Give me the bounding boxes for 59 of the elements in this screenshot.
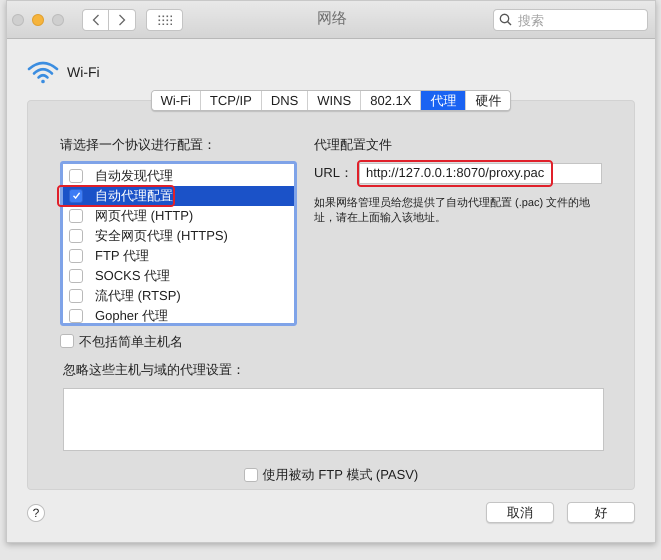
search-icon [499, 13, 512, 26]
back-button[interactable] [82, 8, 109, 30]
checkbox[interactable] [69, 248, 83, 262]
protocol-row[interactable]: Gopher 代理 [63, 306, 294, 326]
chevron-left-icon [92, 14, 100, 26]
protocol-label: 安全网页代理 (HTTPS) [95, 226, 228, 245]
checkmark-icon [72, 191, 80, 200]
grid-icon [158, 14, 172, 24]
bypass-field[interactable] [63, 388, 604, 451]
help-button[interactable]: ? [27, 504, 45, 522]
protocol-label: 流代理 (RTSP) [95, 286, 181, 305]
protocol-label: 自动发现代理 [95, 166, 173, 185]
tab[interactable]: 代理 [420, 91, 466, 110]
protocol-label: 网页代理 (HTTP) [95, 206, 194, 225]
zoom-icon[interactable] [52, 14, 64, 26]
checkbox[interactable] [69, 288, 83, 302]
proxy-file-title: 代理配置文件 [314, 136, 393, 154]
checkbox[interactable] [60, 334, 74, 348]
protocol-label: FTP 代理 [95, 246, 149, 265]
url-value: http://127.0.0.1:8070/proxy.pac [366, 164, 544, 182]
window-title: 网络 [316, 9, 348, 30]
protocol-row[interactable]: FTP 代理 [63, 246, 294, 266]
close-icon[interactable] [12, 14, 24, 26]
service-name: Wi-Fi [67, 62, 100, 82]
checkbox[interactable] [69, 228, 83, 242]
tab[interactable]: 硬件 [465, 91, 510, 110]
forward-button[interactable] [109, 8, 136, 30]
tab[interactable]: 802.1X [360, 91, 420, 110]
bypass-label: 忽略这些主机与域的代理设置： [63, 362, 245, 377]
checkbox-label: 不包括简单主机名 [79, 332, 183, 350]
help-text: 如果网络管理员给您提供了自动代理配置 (.pac) 文件的地址，请在上面输入该地址。 [314, 196, 592, 226]
protocol-label: 自动代理配置 [95, 186, 173, 205]
checkbox[interactable] [244, 468, 258, 482]
tab[interactable]: Wi-Fi [152, 91, 200, 110]
checkbox-label: 使用被动 FTP 模式 (PASV) [262, 466, 418, 484]
dialog-button[interactable]: 好 [567, 502, 635, 523]
minimize-icon[interactable] [32, 14, 44, 26]
checkbox[interactable] [69, 268, 83, 282]
wifi-icon [27, 60, 59, 84]
protocol-label: Gopher 代理 [95, 306, 168, 325]
tab[interactable]: DNS [260, 91, 308, 110]
tab[interactable]: TCP/IP [200, 91, 261, 110]
chevron-right-icon [118, 14, 126, 26]
protocol-row[interactable]: 安全网页代理 (HTTPS) [63, 226, 294, 246]
checkbox[interactable] [69, 188, 83, 202]
protocol-row[interactable]: 网页代理 (HTTP) [63, 206, 294, 226]
protocol-row[interactable]: SOCKS 代理 [63, 266, 294, 286]
url-label: URL： [314, 164, 354, 182]
protocols-label: 请选择一个协议进行配置： [60, 136, 217, 154]
show-all-button[interactable] [146, 8, 183, 30]
checkbox[interactable] [69, 208, 83, 222]
checkbox[interactable] [69, 308, 83, 322]
dialog-button[interactable]: 取消 [486, 502, 554, 523]
checkbox[interactable] [69, 168, 83, 182]
protocol-row[interactable]: 自动发现代理 [63, 166, 294, 186]
tab[interactable]: WINS [307, 91, 360, 110]
protocol-row[interactable]: 流代理 (RTSP) [63, 286, 294, 306]
protocol-label: SOCKS 代理 [95, 266, 170, 285]
search-field[interactable]: 搜索 [493, 9, 648, 31]
